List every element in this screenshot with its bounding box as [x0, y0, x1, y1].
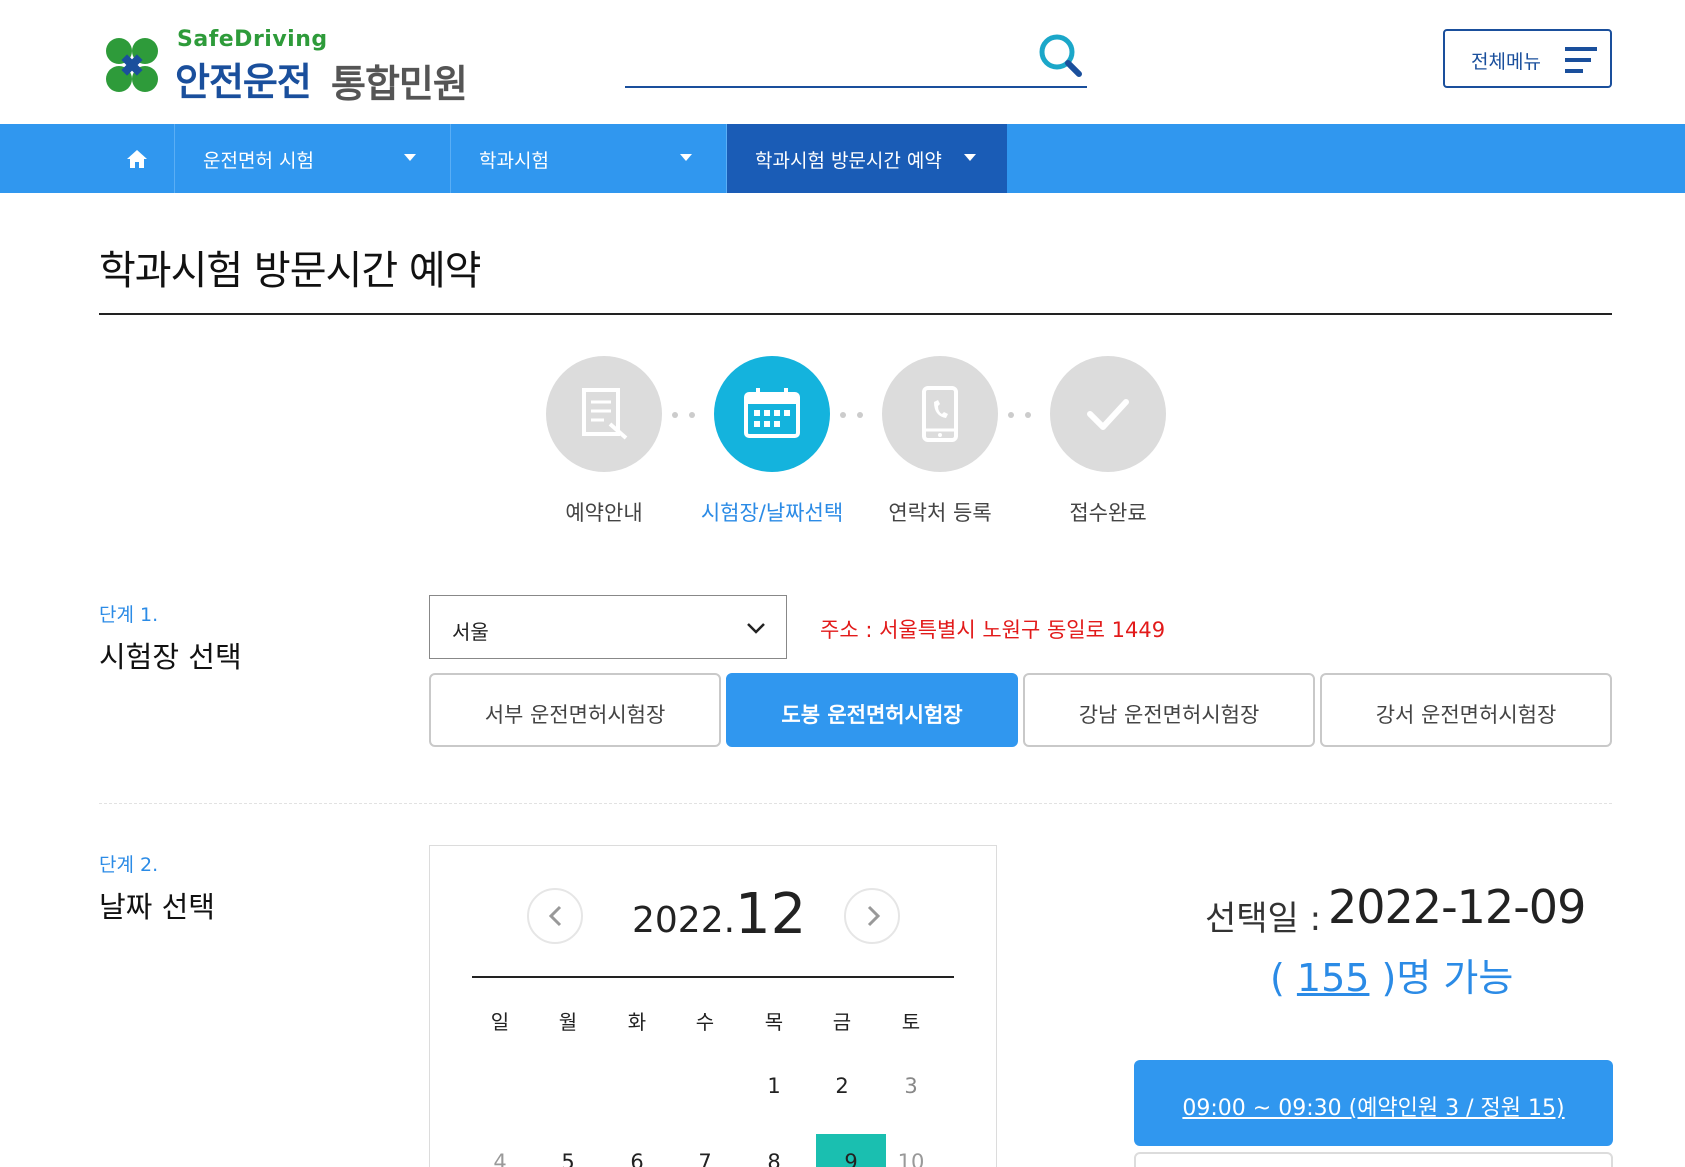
- step-label: 연락처 등록: [888, 501, 992, 525]
- weekday-header: 월: [558, 1010, 578, 1034]
- step-center-date-select: [714, 356, 830, 472]
- all-menu-label: 전체메뉴: [1471, 51, 1541, 73]
- center-button-seobu[interactable]: 서부 운전면허시험장: [429, 673, 721, 747]
- center-button-label: 도봉 운전면허시험장: [781, 703, 963, 727]
- chevron-down-icon: [747, 623, 765, 634]
- step-complete: [1050, 356, 1166, 472]
- search-bar: [625, 24, 1087, 88]
- availability-text: ( 155 )명 가능: [1270, 947, 1513, 1002]
- region-select[interactable]: 서울: [429, 595, 787, 659]
- home-icon: [127, 150, 147, 168]
- step-label: 예약안내: [565, 501, 643, 525]
- search-input[interactable]: [625, 34, 1005, 78]
- section-title: 시험장 선택: [99, 640, 242, 674]
- nav-home-button[interactable]: [99, 124, 174, 193]
- breadcrumb-nav: 운전면허 시험 학과시험 학과시험 방문시간 예약: [0, 124, 1685, 193]
- calendar: 2022. 12 일 월 화 수 목 금 토 1 2 3 4 5 6 7 8 9…: [429, 845, 997, 1167]
- phone-icon: [922, 386, 958, 442]
- step-connector-dots: [672, 412, 695, 418]
- chevron-left-icon: [548, 905, 562, 927]
- time-slot-button[interactable]: 09:00 ~ 09:30 (예약인원 3 / 정원 15): [1134, 1060, 1613, 1146]
- search-icon[interactable]: [1037, 32, 1083, 78]
- logo-text-sub: 통합민원: [331, 62, 468, 106]
- calendar-month: 12: [735, 882, 807, 947]
- step-connector-dots: [1008, 412, 1031, 418]
- nav-item-license-exam[interactable]: 운전면허 시험: [174, 124, 450, 193]
- calendar-day[interactable]: 7: [685, 1150, 725, 1167]
- time-slot-label: 09:00 ~ 09:30 (예약인원 3 / 정원 15): [1182, 1096, 1565, 1121]
- weekday-header: 일: [490, 1010, 510, 1034]
- region-select-value: 서울: [452, 620, 489, 644]
- chevron-right-icon: [867, 905, 881, 927]
- availability-close: )명 가능: [1369, 956, 1514, 1000]
- selected-date-label: 선택일 :: [1205, 899, 1322, 939]
- weekday-header: 토: [901, 1010, 921, 1034]
- step-contact-registration: [882, 356, 998, 472]
- page-title: 학과시험 방문시간 예약: [99, 248, 481, 294]
- calendar-day[interactable]: 1: [754, 1074, 794, 1098]
- nav-item-label: 학과시험 방문시간 예약: [755, 150, 942, 172]
- logo-text-main: 안전운전: [175, 60, 312, 104]
- weekday-header: 수: [695, 1010, 715, 1034]
- section-title: 날짜 선택: [99, 890, 215, 924]
- all-menu-button[interactable]: 전체메뉴: [1443, 29, 1612, 88]
- weekday-header: 화: [627, 1010, 647, 1034]
- section-divider: [99, 803, 1612, 804]
- step-label: 접수완료: [1069, 501, 1147, 525]
- document-edit-icon: [582, 388, 628, 440]
- section-number: 단계 2.: [99, 854, 159, 876]
- selected-date-value: 2022-12-09: [1328, 880, 1586, 934]
- caret-down-icon: [404, 154, 416, 161]
- availability-open: (: [1270, 956, 1297, 1000]
- weekday-header: 금: [832, 1010, 852, 1034]
- center-button-label: 강서 운전면허시험장: [1375, 703, 1557, 727]
- center-button-label: 서부 운전면허시험장: [484, 703, 666, 727]
- nav-item-label: 운전면허 시험: [203, 150, 314, 172]
- center-address: 주소 : 서울특별시 노원구 동일로 1449: [820, 618, 1166, 642]
- nav-item-written-test[interactable]: 학과시험: [450, 124, 726, 193]
- clover-logo-icon: [106, 38, 158, 92]
- center-button-gangseo[interactable]: 강서 운전면허시험장: [1320, 673, 1612, 747]
- calendar-day[interactable]: 2: [822, 1074, 862, 1098]
- calendar-day-selected[interactable]: 9: [831, 1150, 871, 1167]
- calendar-day[interactable]: 8: [754, 1150, 794, 1167]
- check-icon: [1087, 399, 1129, 430]
- site-logo[interactable]: SafeDriving 안전운전 통합민원: [99, 25, 499, 106]
- center-button-dobong[interactable]: 도봉 운전면허시험장: [726, 673, 1018, 747]
- hamburger-menu-icon: [1565, 47, 1597, 73]
- calendar-day: 10: [897, 1150, 925, 1167]
- center-button-label: 강남 운전면허시험장: [1078, 703, 1260, 727]
- availability-count[interactable]: 155: [1297, 956, 1370, 1000]
- calendar-year: 2022.: [632, 900, 736, 941]
- calendar-day[interactable]: 6: [617, 1150, 657, 1167]
- time-slot-button[interactable]: [1134, 1152, 1613, 1167]
- step-label: 시험장/날짜선택: [700, 501, 844, 525]
- nav-item-label: 학과시험: [479, 150, 549, 172]
- title-divider: [99, 313, 1612, 315]
- step-reservation-guide: [546, 356, 662, 472]
- calendar-divider: [472, 976, 954, 978]
- weekday-header: 목: [764, 1010, 784, 1034]
- step-connector-dots: [840, 412, 863, 418]
- calendar-icon: [744, 388, 800, 438]
- calendar-day[interactable]: 5: [548, 1150, 588, 1167]
- caret-down-icon: [680, 154, 692, 161]
- caret-down-icon: [964, 154, 976, 161]
- site-header: SafeDriving 안전운전 통합민원 전체메뉴: [0, 0, 1685, 124]
- prev-month-button[interactable]: [527, 888, 583, 944]
- section-number: 단계 1.: [99, 604, 159, 626]
- calendar-day: 4: [493, 1150, 507, 1167]
- calendar-day: 3: [904, 1074, 918, 1098]
- logo-text-en: SafeDriving: [177, 27, 328, 52]
- nav-item-visit-reservation[interactable]: 학과시험 방문시간 예약: [726, 124, 1007, 193]
- next-month-button[interactable]: [844, 888, 900, 944]
- center-button-gangnam[interactable]: 강남 운전면허시험장: [1023, 673, 1315, 747]
